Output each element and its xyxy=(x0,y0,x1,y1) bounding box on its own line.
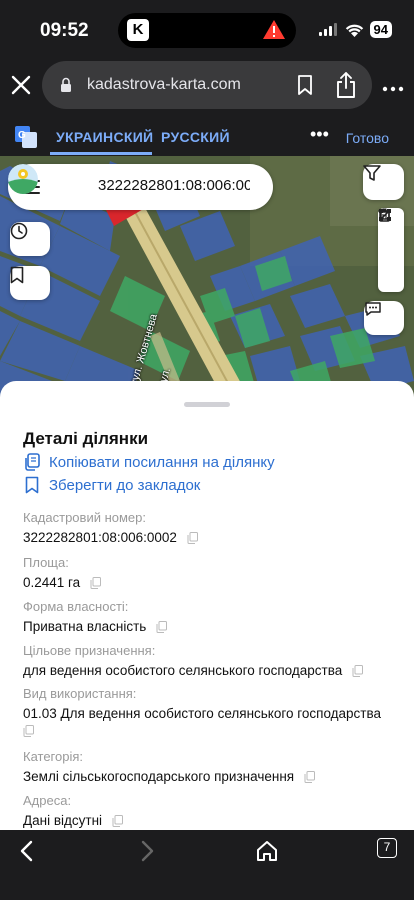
google-translate-icon: G xyxy=(15,126,37,148)
tabs-button[interactable]: 7 xyxy=(377,838,397,858)
app-k-icon: K xyxy=(127,19,149,41)
close-button[interactable] xyxy=(8,70,34,100)
share-icon[interactable] xyxy=(334,71,358,99)
clock-icon xyxy=(10,222,28,240)
cadastral-number-row: 3222282801:08:006:0002 xyxy=(23,530,198,545)
close-icon xyxy=(11,75,31,95)
area-value: 0.2441 га xyxy=(23,575,81,590)
browser-menu-button[interactable] xyxy=(382,72,404,98)
translate-more-button[interactable]: ••• xyxy=(310,124,329,145)
warning-icon xyxy=(263,20,285,39)
history-button[interactable] xyxy=(10,222,50,256)
cadastral-search-input[interactable] xyxy=(98,177,250,194)
browser-url-row: kadastrova-karta.com xyxy=(0,60,414,112)
purpose-row: для ведення особистого селянського госпо… xyxy=(23,663,363,678)
translate-done-button[interactable]: Готово xyxy=(346,130,389,146)
wifi-icon xyxy=(345,24,363,37)
bookmark-icon[interactable] xyxy=(297,74,313,96)
copy-small-icon[interactable] xyxy=(352,665,363,678)
ownership-row: Приватна власність xyxy=(23,619,168,634)
copy-icon xyxy=(25,453,40,471)
site-logo xyxy=(8,164,38,194)
purpose-value: для ведення особистого селянського госпо… xyxy=(23,663,343,678)
copy-small-icon[interactable] xyxy=(112,815,123,828)
sheet-drag-handle[interactable] xyxy=(184,402,230,407)
save-bookmark-button[interactable]: Зберегти до закладок xyxy=(23,476,200,494)
address-row: Дані відсутні xyxy=(23,813,123,828)
ownership-label: Форма власності: xyxy=(23,599,129,614)
cadastral-number-label: Кадастровий номер: xyxy=(23,510,146,525)
address-value: Дані відсутні xyxy=(23,813,103,828)
category-row: Землі сільськогосподарського призначення xyxy=(23,769,315,784)
copy-link-button[interactable]: Копіювати посилання на ділянку xyxy=(23,453,275,471)
tab-count: 7 xyxy=(383,840,391,854)
feedback-button[interactable] xyxy=(364,301,404,335)
browser-toolbar: 7 xyxy=(0,830,414,900)
active-tab-indicator xyxy=(50,152,152,155)
bookmark-outline-icon xyxy=(10,266,24,284)
copy-small-icon[interactable] xyxy=(90,577,101,590)
copy-small-icon[interactable] xyxy=(23,725,34,737)
bookmark-save-icon xyxy=(25,476,39,494)
area-label: Площа: xyxy=(23,555,69,570)
filter-icon xyxy=(363,165,381,181)
chat-icon xyxy=(365,302,381,316)
bookmarks-button[interactable] xyxy=(10,266,50,300)
address-bar[interactable]: kadastrova-karta.com xyxy=(42,61,372,109)
dynamic-island[interactable]: K xyxy=(118,13,296,48)
copy-small-icon[interactable] xyxy=(304,771,315,784)
sheet-title: Деталі ділянки xyxy=(23,429,149,448)
copy-small-icon[interactable] xyxy=(156,621,168,634)
home-icon[interactable] xyxy=(252,836,282,866)
save-bookmark-label: Зберегти до закладок xyxy=(49,476,201,494)
category-label: Категорія: xyxy=(23,749,84,764)
address-label: Адреса: xyxy=(23,793,72,808)
copy-link-label: Копіювати посилання на ділянку xyxy=(49,453,275,471)
signal-icon xyxy=(318,23,337,36)
tab-source-language[interactable]: УКРАИНСКИЙ xyxy=(56,129,153,145)
ownership-value: Приватна власність xyxy=(23,619,147,634)
usage-value: 01.03 Для ведення особистого селянського… xyxy=(23,706,382,721)
lock-icon xyxy=(61,77,71,92)
status-time: 09:52 xyxy=(40,20,89,41)
forward-icon[interactable] xyxy=(132,836,162,866)
filter-button[interactable] xyxy=(363,164,404,200)
gt-letter: G xyxy=(18,130,26,141)
draw-tools xyxy=(378,208,404,292)
more-icon xyxy=(382,86,404,92)
area-row: 0.2441 га xyxy=(23,575,101,590)
copy-small-icon[interactable] xyxy=(187,532,198,545)
tab-target-language[interactable]: РУССКИЙ xyxy=(161,129,230,145)
map-search-box[interactable] xyxy=(8,164,273,210)
translate-bar: G УКРАИНСКИЙ РУССКИЙ ••• Готово xyxy=(0,118,414,156)
trash-icon xyxy=(378,208,391,222)
delete-drawing-button[interactable] xyxy=(378,208,404,292)
status-bar: 09:52 K 94 xyxy=(0,0,414,60)
draw-polygon-button[interactable] xyxy=(378,209,404,264)
parcel-details-sheet: Деталі ділянки Копіювати посилання на ді… xyxy=(0,381,414,830)
purpose-label: Цільове призначення: xyxy=(23,643,156,658)
status-icons: 94 xyxy=(318,21,392,38)
cadastral-map[interactable]: вул. Жовтнева вул. xyxy=(0,156,414,396)
battery-indicator: 94 xyxy=(369,21,392,38)
category-value: Землі сільськогосподарського призначення xyxy=(23,769,295,784)
usage-label: Вид використання: xyxy=(23,686,137,701)
url-text: kadastrova-karta.com xyxy=(87,76,241,93)
back-icon[interactable] xyxy=(12,836,42,866)
cadastral-number-value: 3222282801:08:006:0002 xyxy=(23,530,177,545)
